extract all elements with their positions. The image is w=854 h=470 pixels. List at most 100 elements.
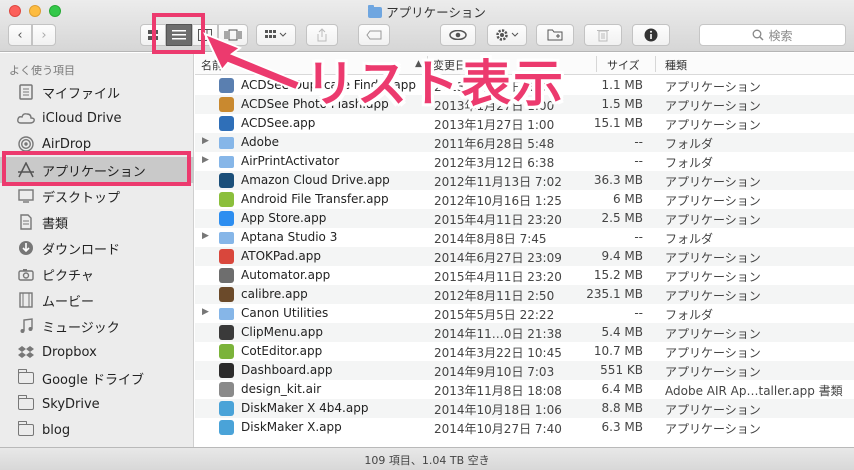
arrange-button[interactable] xyxy=(256,24,296,46)
file-kind: アプリケーション xyxy=(665,403,761,417)
app-icon xyxy=(219,325,234,340)
file-date: 2014年10月18日 1:06 xyxy=(434,403,562,417)
action-menu-button[interactable] xyxy=(487,24,527,46)
file-row[interactable]: ▶ Adobe 2011年6月28日 5:48 -- フォルダ xyxy=(195,133,854,152)
search-placeholder: 検索 xyxy=(768,28,793,43)
file-row[interactable]: ClipMenu.app 2014年11…0日 21:38 5.4 MB アプリケーシ… xyxy=(195,323,854,342)
file-date: 2011年6月28日 5:48 xyxy=(434,137,555,151)
sidebar-item[interactable]: blog xyxy=(0,417,194,443)
file-row[interactable]: ▶ AirPrintActivator 2012年3月12日 6:38 -- フォルダ xyxy=(195,152,854,171)
file-name: Canon Utilities xyxy=(241,306,329,320)
camera-icon xyxy=(17,266,35,282)
sidebar-item[interactable]: ムービー xyxy=(0,287,194,313)
sidebar-item-label: ピクチャ xyxy=(42,268,94,284)
app-icon xyxy=(219,116,234,131)
search-field[interactable]: 検索 xyxy=(699,24,846,46)
sidebar-item-label: ミュージック xyxy=(42,320,120,336)
sidebar-item-label: ダウンロード xyxy=(42,242,121,258)
file-row[interactable]: Amazon Cloud Drive.app 2012年11月13日 7:02 36… xyxy=(195,171,854,190)
file-size: 551 KB xyxy=(600,363,643,377)
new-folder-icon xyxy=(547,29,563,41)
column-view-icon xyxy=(198,29,212,41)
file-kind: アプリケーション xyxy=(665,327,761,341)
delete-button[interactable] xyxy=(584,24,622,46)
file-row[interactable]: ATOKPad.app 2014年6月27日 23:09 9.4 MB アプリケーショ… xyxy=(195,247,854,266)
sidebar-item[interactable]: マイファイル xyxy=(0,79,194,105)
file-kind: アプリケーション xyxy=(665,213,761,227)
file-date: 2013年11月8日 18:08 xyxy=(434,384,562,398)
column-kind-header[interactable]: 種類 xyxy=(665,57,687,73)
file-size: 15.2 MB xyxy=(593,268,643,282)
file-name: App Store.app xyxy=(241,211,327,225)
file-row[interactable]: CotEditor.app 2014年3月22日 10:45 10.7 MB アプリケ… xyxy=(195,342,854,361)
sidebar-item[interactable]: SkyDrive xyxy=(0,391,194,417)
tags-button[interactable] xyxy=(358,24,390,46)
column-separator[interactable] xyxy=(655,56,656,72)
file-row[interactable]: calibre.app 2012年8月11日 2:50 235.1 MB アプリケーシ… xyxy=(195,285,854,304)
disclosure-triangle-icon[interactable]: ▶ xyxy=(202,136,209,146)
back-button[interactable]: ‹ xyxy=(8,24,32,46)
file-row[interactable]: design_kit.air 2013年11月8日 18:08 6.4 MB Adob… xyxy=(195,380,854,399)
file-row[interactable]: Dashboard.app 2014年9月10日 7:03 551 KB アプリケーシ… xyxy=(195,361,854,380)
column-separator[interactable] xyxy=(596,56,597,72)
file-row[interactable]: ▶ Aptana Studio 3 2014年8月8日 7:45 -- フォルダ xyxy=(195,228,854,247)
sidebar-item[interactable]: Dropbox xyxy=(0,339,194,365)
folder-icon xyxy=(17,395,35,412)
column-size-header[interactable]: サイズ xyxy=(607,57,640,73)
quick-look-button[interactable] xyxy=(440,24,476,46)
file-date: 2014年9月10日 7:03 xyxy=(434,365,555,379)
file-size: 5.4 MB xyxy=(601,325,643,339)
list-view-button[interactable] xyxy=(166,24,192,46)
icon-view-button[interactable] xyxy=(140,24,166,46)
file-size: -- xyxy=(634,154,643,168)
tag-icon xyxy=(366,30,382,40)
file-row[interactable]: DiskMaker X 4b4.app 2014年10月18日 1:06 8.8 M… xyxy=(195,399,854,418)
file-date: 2012年8月11日 2:50 xyxy=(434,289,555,303)
sidebar-item[interactable]: AirDrop xyxy=(0,131,194,157)
file-row[interactable]: Android File Transfer.app 2012年10月16日 1:2… xyxy=(195,190,854,209)
dropbox-icon xyxy=(17,344,35,360)
sidebar-item[interactable]: アプリケーション xyxy=(0,157,194,183)
file-row[interactable]: App Store.app 2015年4月11日 23:20 2.5 MB アプリケー… xyxy=(195,209,854,228)
file-row[interactable]: ACDSee.app 2013年1月27日 1:00 15.1 MB アプリケーション xyxy=(195,114,854,133)
file-row[interactable]: Automator.app 2015年4月11日 23:20 15.2 MB アプリケ… xyxy=(195,266,854,285)
file-name: DiskMaker X 4b4.app xyxy=(241,401,369,415)
sidebar: よく使う項目 マイファイル iCloud Drive AirDrop アプリケーション… xyxy=(0,53,194,447)
file-date: 2012年11月13日 7:02 xyxy=(434,175,562,189)
sidebar-item[interactable]: Google ドライブ xyxy=(0,365,194,391)
folder-icon xyxy=(219,308,234,320)
film-icon xyxy=(17,292,35,308)
file-row[interactable]: ▶ Canon Utilities 2015年5月5日 22:22 -- フォルダ xyxy=(195,304,854,323)
all-files-icon xyxy=(17,84,35,100)
file-name: Automator.app xyxy=(241,268,331,282)
sidebar-item[interactable]: ピクチャ xyxy=(0,261,194,287)
get-info-button[interactable] xyxy=(632,24,670,46)
file-size: 1.1 MB xyxy=(601,78,643,92)
sidebar-item[interactable]: ミュージック xyxy=(0,313,194,339)
sidebar-item[interactable]: デスクトップ xyxy=(0,183,194,209)
file-date: 2015年5月5日 22:22 xyxy=(434,308,555,322)
status-text: 109 項目、1.04 TB 空き xyxy=(364,454,490,467)
file-name: Amazon Cloud Drive.app xyxy=(241,173,390,187)
cover-flow-icon xyxy=(224,29,242,41)
disclosure-triangle-icon[interactable]: ▶ xyxy=(202,231,209,241)
sidebar-item[interactable]: iCloud Drive xyxy=(0,105,194,131)
cover-flow-view-button[interactable] xyxy=(218,24,248,46)
file-name: ACDSee.app xyxy=(241,116,316,130)
forward-button[interactable]: › xyxy=(32,24,56,46)
eye-icon xyxy=(449,30,467,40)
disclosure-triangle-icon[interactable]: ▶ xyxy=(202,307,209,317)
column-view-button[interactable] xyxy=(192,24,218,46)
column-name-header[interactable]: 名前 xyxy=(201,57,223,73)
file-name: Android File Transfer.app xyxy=(241,192,389,206)
gear-icon xyxy=(496,29,519,41)
downloads-icon xyxy=(17,240,35,256)
applications-icon xyxy=(17,162,35,178)
file-name: calibre.app xyxy=(241,287,308,301)
sidebar-item[interactable]: 書類 xyxy=(0,209,194,235)
new-folder-button[interactable] xyxy=(536,24,574,46)
sidebar-item[interactable]: ダウンロード xyxy=(0,235,194,261)
file-row[interactable]: DiskMaker X.app 2014年10月27日 7:40 6.3 MB アプリ… xyxy=(195,418,854,437)
share-button[interactable] xyxy=(306,24,338,46)
disclosure-triangle-icon[interactable]: ▶ xyxy=(202,155,209,165)
